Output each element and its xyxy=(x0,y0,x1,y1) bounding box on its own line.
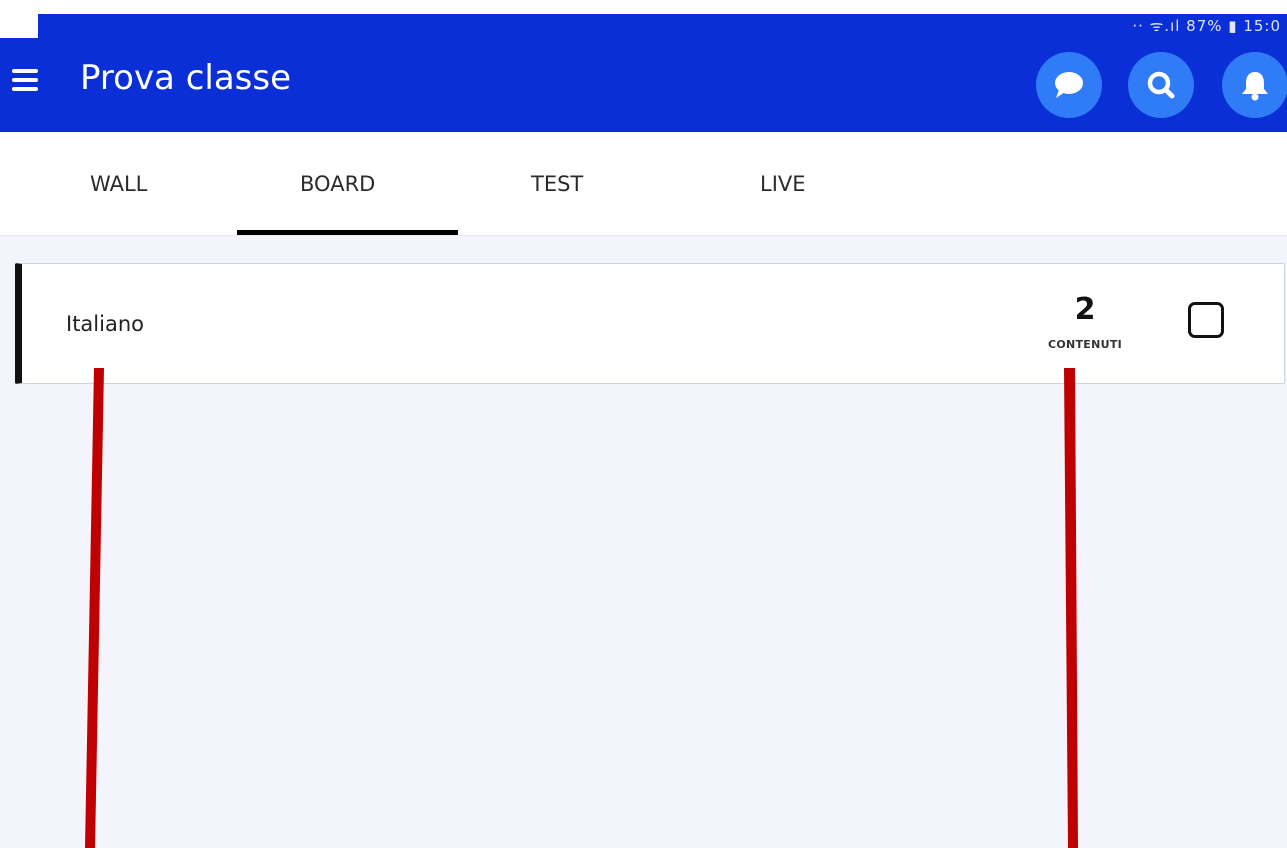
annotation-marker-left xyxy=(85,368,104,848)
annotation-marker-right xyxy=(1064,368,1078,848)
annotation-markers xyxy=(85,368,1078,848)
